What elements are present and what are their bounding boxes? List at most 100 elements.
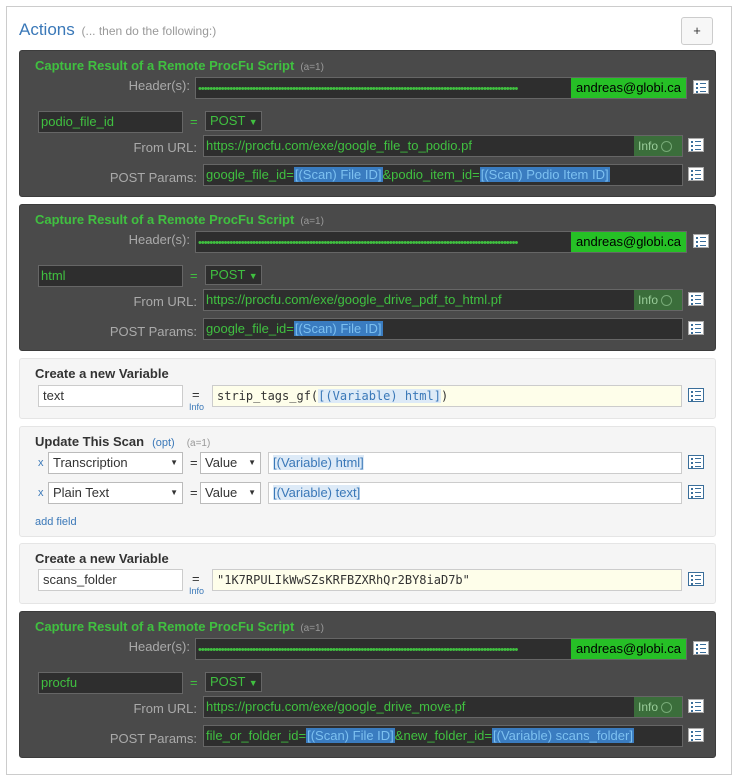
variable-name-field[interactable]: text: [38, 385, 183, 407]
variable-name-field[interactable]: scans_folder: [38, 569, 183, 591]
token-chip: [(Variable) text]: [273, 485, 361, 500]
field-select-value: Plain Text: [53, 485, 110, 500]
mode-select-value: Value: [205, 455, 238, 470]
chevron-down-icon: ▼: [248, 117, 258, 127]
add-field-link[interactable]: add field: [35, 516, 77, 528]
panel-title-text: Capture Result of a Remote ProcFu Script: [35, 619, 295, 634]
url-value: https://procfu.com/exe/google_drive_move…: [206, 699, 466, 714]
post-params-field[interactable]: google_file_id=[(Scan) File ID]: [203, 318, 683, 340]
chevron-down-icon: ▼: [248, 271, 258, 281]
param-text: file_or_folder_id=: [206, 728, 307, 743]
list-picker-icon[interactable]: [688, 292, 704, 306]
variable-name-field[interactable]: html: [38, 265, 183, 287]
create-variable-panel-1: Create a new Variable text = Info strip_…: [19, 358, 716, 419]
mode-select[interactable]: Value ▼: [200, 482, 261, 504]
info-label: Info: [638, 700, 659, 714]
optional-link[interactable]: (opt): [152, 437, 175, 449]
info-button[interactable]: Info: [634, 697, 682, 717]
token-chip: [(Scan) File ID]: [306, 728, 395, 743]
list-picker-icon[interactable]: [688, 485, 704, 499]
post-params-field[interactable]: google_file_id=[(Scan) File ID]&podio_it…: [203, 164, 683, 186]
header-dots: ••••••••••••••••••••••••••••••••••••••••…: [198, 83, 518, 95]
list-picker-icon[interactable]: [693, 234, 709, 248]
equals-sign: =: [192, 571, 200, 586]
panel-title-text: Create a new Variable: [35, 551, 169, 566]
header-dots: ••••••••••••••••••••••••••••••••••••••••…: [198, 644, 518, 656]
remove-field-button[interactable]: x: [38, 457, 44, 469]
header-label: Header(s):: [128, 232, 190, 247]
url-field[interactable]: https://procfu.com/exe/google_drive_pdf_…: [203, 289, 683, 311]
list-picker-icon[interactable]: [688, 699, 704, 713]
url-value: https://procfu.com/exe/google_file_to_po…: [206, 138, 472, 153]
variable-name-field[interactable]: procfu: [38, 672, 183, 694]
list-picker-icon[interactable]: [688, 321, 704, 335]
panel-meta: (a=1): [300, 623, 324, 634]
method-select[interactable]: POST ▼: [205, 265, 262, 285]
chevron-down-icon: ▼: [248, 488, 256, 497]
token-chip: [(Scan) File ID]: [293, 167, 383, 182]
list-picker-icon[interactable]: [688, 167, 704, 181]
method-value: POST: [210, 674, 246, 689]
info-button[interactable]: Info: [634, 290, 682, 310]
info-label: Info: [638, 293, 659, 307]
url-value: https://procfu.com/exe/google_drive_pdf_…: [206, 292, 502, 307]
panel-title: Capture Result of a Remote ProcFu Script…: [35, 212, 324, 227]
panel-title: Capture Result of a Remote ProcFu Script…: [35, 58, 324, 73]
chevron-down-icon: ▼: [170, 488, 178, 497]
header-label: Header(s):: [128, 639, 190, 654]
expression-field[interactable]: strip_tags_gf([(Variable) html]): [212, 385, 682, 407]
token-chip: [(Scan) File ID]: [293, 321, 383, 336]
chevron-down-icon: ▼: [248, 678, 258, 688]
list-picker-icon[interactable]: [688, 572, 704, 586]
header-field[interactable]: ••••••••••••••••••••••••••••••••••••••••…: [195, 77, 687, 99]
list-picker-icon[interactable]: [688, 455, 704, 469]
add-action-button[interactable]: +: [681, 17, 713, 45]
post-params-label: POST Params:: [109, 170, 197, 185]
actions-title: Actions: [19, 20, 75, 39]
mode-select-value: Value: [205, 485, 238, 500]
equals-sign: =: [190, 114, 198, 129]
param-text: google_file_id=: [206, 167, 294, 182]
panel-title: Update This Scan (opt) (a=1): [35, 434, 210, 449]
create-variable-panel-2: Create a new Variable scans_folder = Inf…: [19, 543, 716, 604]
url-field[interactable]: https://procfu.com/exe/google_drive_move…: [203, 696, 683, 718]
header-field[interactable]: ••••••••••••••••••••••••••••••••••••••••…: [195, 638, 687, 660]
url-field[interactable]: https://procfu.com/exe/google_file_to_po…: [203, 135, 683, 157]
list-picker-icon[interactable]: [693, 641, 709, 655]
info-link[interactable]: Info: [189, 402, 204, 412]
list-picker-icon[interactable]: [688, 138, 704, 152]
info-button[interactable]: Info: [634, 136, 682, 156]
equals-sign: =: [190, 675, 198, 690]
equals-sign: =: [190, 485, 198, 500]
field-select[interactable]: Plain Text ▼: [48, 482, 183, 504]
value-field[interactable]: [(Variable) text]: [268, 482, 682, 504]
post-params-field[interactable]: file_or_folder_id=[(Scan) File ID]&new_f…: [203, 725, 683, 747]
panel-title: Capture Result of a Remote ProcFu Script…: [35, 619, 324, 634]
value-field[interactable]: [(Variable) html]: [268, 452, 682, 474]
method-select[interactable]: POST ▼: [205, 672, 262, 692]
actions-subtitle: (... then do the following:): [81, 24, 217, 38]
info-link[interactable]: Info: [189, 586, 204, 596]
expression-field[interactable]: "1K7RPULIkWwSZsKRFBZXRhQr2BY8iaD7b": [212, 569, 682, 591]
header-field[interactable]: ••••••••••••••••••••••••••••••••••••••••…: [195, 231, 687, 253]
panel-meta: (a=1): [186, 438, 211, 449]
list-picker-icon[interactable]: [688, 728, 704, 742]
token-chip: [(Variable) html]: [273, 455, 364, 470]
equals-sign: =: [190, 455, 198, 470]
list-picker-icon[interactable]: [693, 80, 709, 94]
field-select[interactable]: Transcription ▼: [48, 452, 183, 474]
remove-field-button[interactable]: x: [38, 487, 44, 499]
header-email: andreas@globi.ca: [571, 232, 686, 252]
code-text: ): [440, 389, 449, 403]
token-chip: [(Variable) scans_folder]: [492, 728, 634, 743]
update-scan-panel: Update This Scan (opt) (a=1) x Transcripti…: [19, 426, 716, 537]
header-dots: ••••••••••••••••••••••••••••••••••••••••…: [198, 237, 518, 249]
list-picker-icon[interactable]: [688, 388, 704, 402]
token-chip: [(Variable) html]: [318, 389, 441, 403]
post-params-label: POST Params:: [109, 324, 197, 339]
info-icon: [661, 295, 673, 307]
method-select[interactable]: POST ▼: [205, 111, 262, 131]
panel-title-text: Create a new Variable: [35, 366, 169, 381]
mode-select[interactable]: Value ▼: [200, 452, 261, 474]
variable-name-field[interactable]: podio_file_id: [38, 111, 183, 133]
